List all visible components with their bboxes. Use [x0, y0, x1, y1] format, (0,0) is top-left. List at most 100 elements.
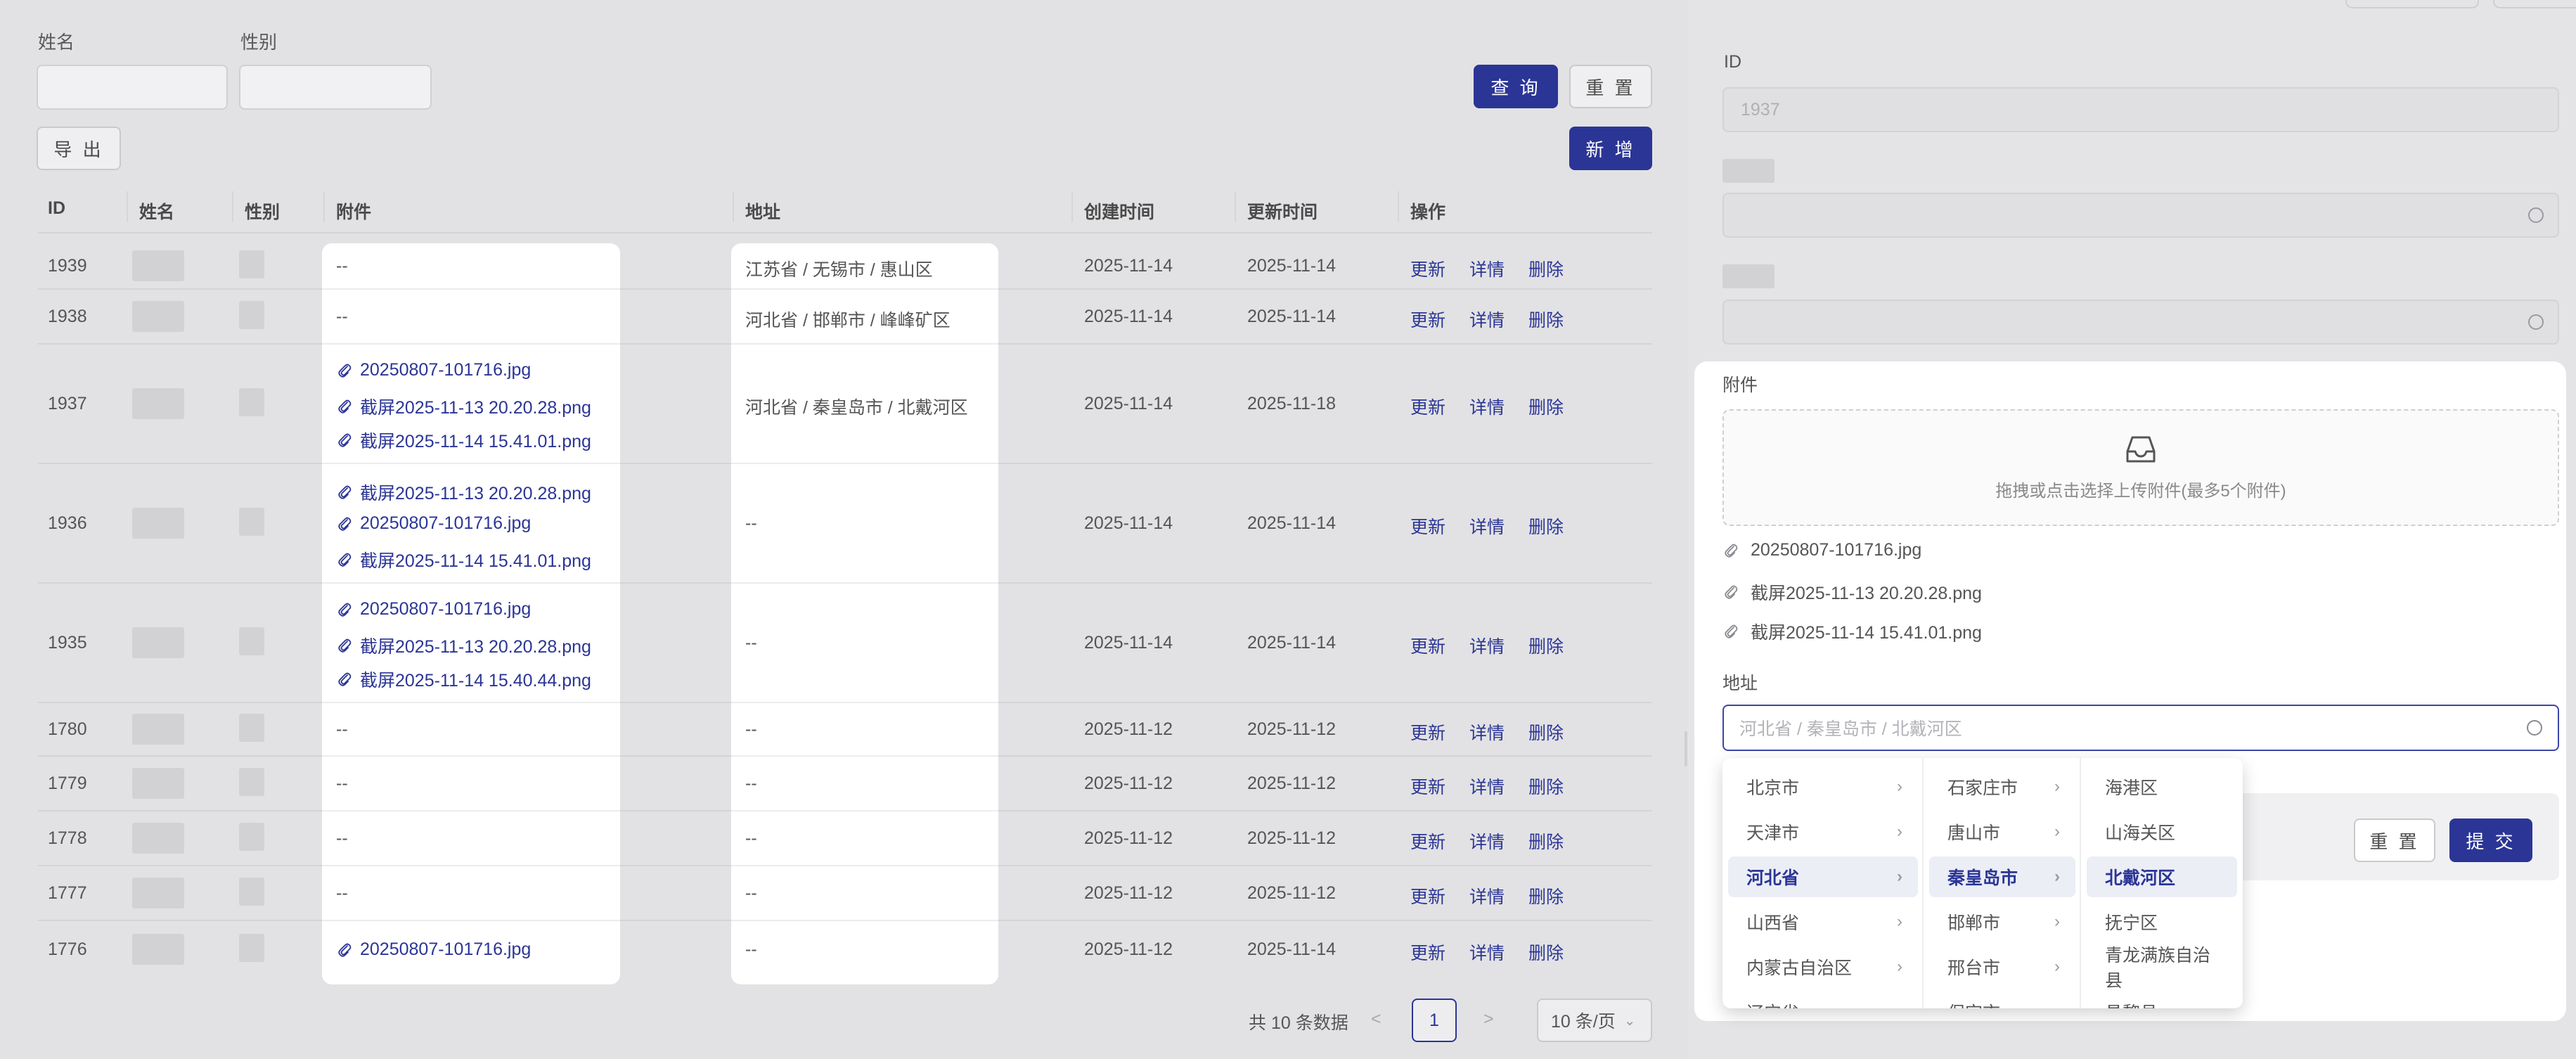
- pagination-page-1[interactable]: 1: [1412, 999, 1457, 1042]
- delete-link[interactable]: 删除: [1528, 939, 1564, 965]
- update-link[interactable]: 更新: [1410, 513, 1445, 539]
- detail-link[interactable]: 详情: [1469, 394, 1505, 419]
- detail-link[interactable]: 详情: [1469, 307, 1505, 332]
- pagination-prev-icon[interactable]: <: [1371, 1009, 1382, 1029]
- clear-icon[interactable]: [2528, 207, 2544, 223]
- update-link[interactable]: 更新: [1410, 774, 1445, 799]
- update-link[interactable]: 更新: [1410, 633, 1445, 658]
- delete-link[interactable]: 删除: [1528, 774, 1564, 799]
- cascader-option[interactable]: 抚宁区: [2087, 901, 2237, 942]
- id-field: 1937: [1722, 87, 2559, 132]
- cascader-option[interactable]: 北京市 ›: [1728, 766, 1918, 807]
- detail-link[interactable]: 详情: [1469, 719, 1505, 745]
- page-size-select[interactable]: 10 条/页 ⌄: [1537, 999, 1652, 1042]
- detail-link[interactable]: 详情: [1469, 513, 1505, 539]
- delete-link[interactable]: 删除: [1528, 307, 1564, 332]
- cascader-option[interactable]: 邯郸市 ›: [1929, 901, 2075, 942]
- delete-link[interactable]: 删除: [1528, 256, 1564, 281]
- address-cascader-input[interactable]: 河北省 / 秦皇岛市 / 北戴河区: [1722, 705, 2559, 751]
- reset-button[interactable]: 重 置: [1569, 65, 1652, 108]
- update-link[interactable]: 更新: [1410, 883, 1445, 909]
- upload-dropzone[interactable]: 拖拽或点击选择上传附件(最多5个附件): [1722, 409, 2559, 526]
- cascader-option[interactable]: 石家庄市 ›: [1929, 766, 2075, 807]
- update-link[interactable]: 更新: [1410, 939, 1445, 965]
- paperclip-icon: [338, 517, 352, 531]
- row-divider: [731, 582, 998, 584]
- attachment-filename: 20250807-101716.jpg: [360, 360, 532, 380]
- attachment-link[interactable]: 截屏2025-11-13 20.20.28.png: [337, 480, 591, 505]
- row-divider: [731, 865, 998, 866]
- th-actions: 操作: [1410, 203, 1446, 222]
- cascader-option[interactable]: 山海关区: [2087, 811, 2237, 852]
- delete-link[interactable]: 删除: [1528, 883, 1564, 909]
- th-separator: [733, 191, 734, 222]
- detail-link[interactable]: 详情: [1469, 633, 1505, 658]
- gender-filter-input[interactable]: [239, 65, 432, 110]
- cascader-option[interactable]: 辽宁省 ›: [1728, 991, 1918, 1008]
- pagination-next-icon[interactable]: >: [1483, 1009, 1494, 1029]
- delete-link[interactable]: 删除: [1528, 513, 1564, 539]
- uploaded-file-item[interactable]: 截屏2025-11-13 20.20.28.png: [1724, 579, 1982, 605]
- drawer-reset-button[interactable]: 重 置: [2354, 819, 2435, 862]
- cascader-district-column: 海港区山海关区北戴河区抚宁区青龙满族自治县昌黎县: [2081, 758, 2243, 1008]
- drawer-submit-button[interactable]: 提 交: [2449, 819, 2532, 862]
- attachment-link[interactable]: 截屏2025-11-14 15.41.01.png: [337, 428, 591, 453]
- delete-link[interactable]: 删除: [1528, 394, 1564, 419]
- cascader-option[interactable]: 秦皇岛市 ›: [1929, 856, 2075, 897]
- address-column-highlight: [731, 243, 998, 984]
- drawer-top-button[interactable]: [2345, 0, 2479, 8]
- cascader-option[interactable]: 青龙满族自治县: [2087, 946, 2237, 991]
- attachment-link[interactable]: 截屏2025-11-13 20.20.28.png: [337, 394, 591, 419]
- drawer-resize-handle[interactable]: [1685, 731, 1687, 766]
- cascader-option[interactable]: 河北省 ›: [1728, 856, 1918, 897]
- attachment-link[interactable]: 截屏2025-11-14 15.40.44.png: [337, 667, 591, 692]
- delete-link[interactable]: 删除: [1528, 828, 1564, 854]
- gender-field[interactable]: [1722, 300, 2559, 345]
- detail-link[interactable]: 详情: [1469, 828, 1505, 854]
- attachment-link[interactable]: 20250807-101716.jpg: [337, 513, 531, 534]
- cell-id: 1935: [48, 633, 87, 653]
- update-link[interactable]: 更新: [1410, 719, 1445, 745]
- clear-icon[interactable]: [2528, 314, 2544, 330]
- drawer-top-button[interactable]: [2493, 0, 2576, 8]
- add-button[interactable]: 新 增: [1569, 127, 1652, 170]
- detail-link[interactable]: 详情: [1469, 939, 1505, 965]
- cell-created: 2025-11-12: [1084, 883, 1173, 903]
- th-updated: 更新时间: [1247, 203, 1318, 222]
- attachment-link[interactable]: 20250807-101716.jpg: [337, 599, 531, 620]
- delete-link[interactable]: 删除: [1528, 633, 1564, 658]
- cascader-option[interactable]: 北戴河区: [2087, 856, 2237, 897]
- cascader-option[interactable]: 山西省 ›: [1728, 901, 1918, 942]
- update-link[interactable]: 更新: [1410, 394, 1445, 419]
- uploaded-file-name: 截屏2025-11-13 20.20.28.png: [1751, 584, 1982, 603]
- attachment-filename: 截屏2025-11-13 20.20.28.png: [360, 484, 591, 503]
- update-link[interactable]: 更新: [1410, 307, 1445, 332]
- cascader-option[interactable]: 邢台市 ›: [1929, 946, 2075, 987]
- cell-created: 2025-11-12: [1084, 774, 1173, 793]
- cascader-option[interactable]: 天津市 ›: [1728, 811, 1918, 852]
- attachment-link[interactable]: 20250807-101716.jpg: [337, 360, 531, 380]
- name-field[interactable]: [1722, 193, 2559, 238]
- attachment-link[interactable]: 20250807-101716.jpg: [337, 939, 531, 960]
- query-button[interactable]: 查 询: [1474, 65, 1558, 108]
- clear-icon[interactable]: [2527, 720, 2542, 736]
- update-link[interactable]: 更新: [1410, 256, 1445, 281]
- cascader-option[interactable]: 保定市 ›: [1929, 991, 2075, 1008]
- uploaded-file-item[interactable]: 20250807-101716.jpg: [1724, 540, 1921, 560]
- cascader-option[interactable]: 唐山市 ›: [1929, 811, 2075, 852]
- attachment-link[interactable]: 截屏2025-11-13 20.20.28.png: [337, 633, 591, 658]
- detail-link[interactable]: 详情: [1469, 883, 1505, 909]
- export-button[interactable]: 导 出: [37, 127, 121, 170]
- cascader-option-label: 抚宁区: [2105, 913, 2158, 933]
- chevron-right-icon: ›: [2054, 1002, 2060, 1008]
- cascader-option[interactable]: 海港区: [2087, 766, 2237, 807]
- update-link[interactable]: 更新: [1410, 828, 1445, 854]
- uploaded-file-item[interactable]: 截屏2025-11-14 15.41.01.png: [1724, 619, 1982, 644]
- delete-link[interactable]: 删除: [1528, 719, 1564, 745]
- name-filter-input[interactable]: [37, 65, 228, 110]
- detail-link[interactable]: 详情: [1469, 256, 1505, 281]
- attachment-link[interactable]: 截屏2025-11-14 15.41.01.png: [337, 547, 591, 572]
- cascader-option[interactable]: 昌黎县: [2087, 991, 2237, 1008]
- detail-link[interactable]: 详情: [1469, 774, 1505, 799]
- cascader-option[interactable]: 内蒙古自治区 ›: [1728, 946, 1918, 987]
